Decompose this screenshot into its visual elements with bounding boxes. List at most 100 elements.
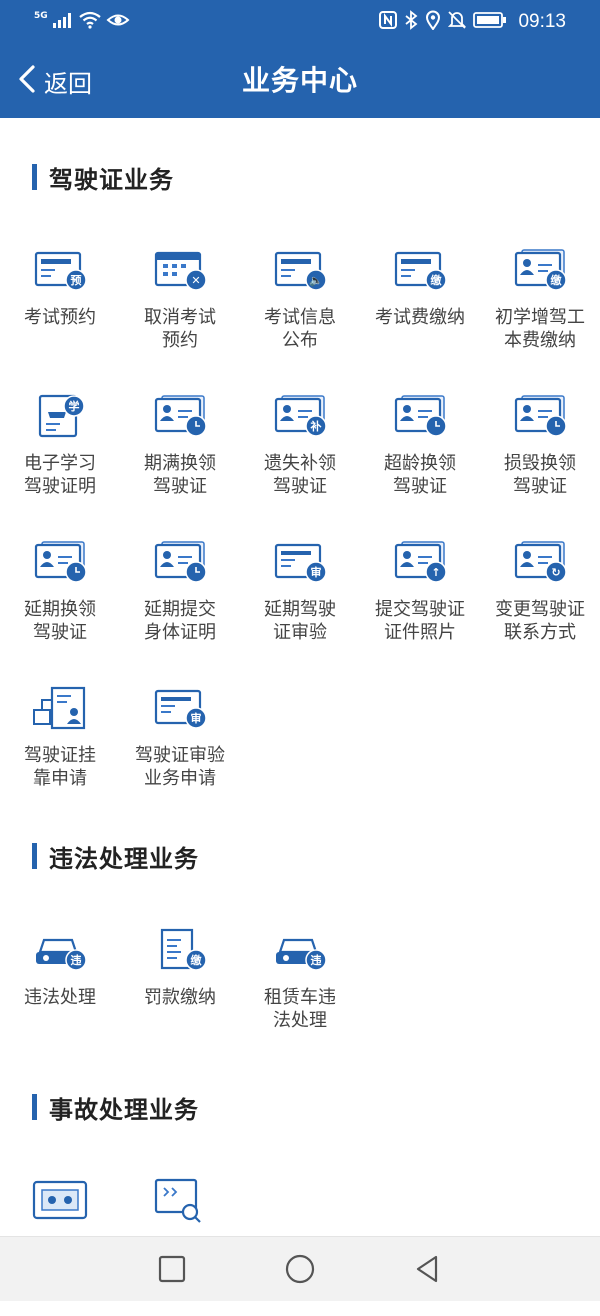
- service-tile[interactable]: 违违法处理: [0, 926, 120, 1066]
- service-label: 变更驾驶证 联系方式: [495, 599, 585, 643]
- delay-renew-icon: [30, 538, 90, 588]
- service-tile[interactable]: 预考试预约: [0, 246, 120, 386]
- expiry-renew-icon: [150, 392, 210, 442]
- review-apply-icon: 审: [150, 684, 210, 734]
- header-bar: 业务中心 返回: [0, 44, 600, 118]
- learner-permit-icon: 学: [30, 392, 90, 442]
- change-contact-icon: ↻: [510, 538, 570, 588]
- service-tile[interactable]: 损毁换领 驾驶证: [480, 392, 600, 532]
- submit-photo-icon: ↑: [390, 538, 450, 588]
- service-tile[interactable]: ✕ 取消考试 预约: [120, 246, 240, 386]
- svg-text:↑: ↑: [431, 566, 440, 579]
- svg-text:缴: 缴: [431, 273, 443, 287]
- service-label: 期满换领 驾驶证: [144, 453, 216, 497]
- svg-text:缴: 缴: [551, 273, 563, 287]
- service-label: 延期提交 身体证明: [144, 599, 216, 643]
- status-left: 5G: [34, 10, 130, 34]
- accident-search-icon: [150, 1176, 210, 1226]
- fine-payment-icon: 缴: [150, 926, 210, 976]
- service-tile[interactable]: 违租赁车违 法处理: [240, 926, 360, 1066]
- network-type: 5G: [34, 11, 48, 21]
- service-tile[interactable]: 延期换领 驾驶证: [0, 538, 120, 678]
- section-title-violation: 违法处理业务: [32, 843, 199, 873]
- service-label: 提交驾驶证 证件照片: [375, 599, 465, 643]
- wifi-icon: [78, 11, 102, 33]
- service-label: 罚款缴纳: [144, 987, 216, 1008]
- damaged-renew-icon: [510, 392, 570, 442]
- service-tile[interactable]: ↑ 提交驾驶证 证件照片: [360, 538, 480, 678]
- section-title-text: 违法处理业务: [49, 844, 199, 873]
- service-tile[interactable]: 期满换领 驾驶证: [120, 392, 240, 532]
- service-tile[interactable]: 延期提交 身体证明: [120, 538, 240, 678]
- service-label: 考试信息 公布: [264, 307, 336, 351]
- service-label: 电子学习 驾驶证明: [24, 453, 96, 497]
- service-tile[interactable]: 补遗失补领 驾驶证: [240, 392, 360, 532]
- svg-text:违: 违: [311, 953, 322, 967]
- service-tile[interactable]: 驾驶证挂 靠申请: [0, 684, 120, 824]
- svg-text:审: 审: [311, 565, 322, 579]
- service-tile[interactable]: 缴考试费缴纳: [360, 246, 480, 386]
- svg-text:预: 预: [71, 273, 82, 287]
- chevron-left-icon: [14, 63, 42, 99]
- svg-text:审: 审: [191, 711, 202, 725]
- service-label: 损毁换领 驾驶证: [504, 453, 576, 497]
- service-label: 驾驶证审验 业务申请: [135, 745, 225, 789]
- service-label: 违法处理: [24, 987, 96, 1008]
- violation-car-icon: 违: [30, 926, 90, 976]
- service-tile[interactable]: ↻ 变更驾驶证 联系方式: [480, 538, 600, 678]
- overage-renew-icon: [390, 392, 450, 442]
- svg-text:学: 学: [69, 399, 80, 413]
- service-tile[interactable]: 审驾驶证审验 业务申请: [120, 684, 240, 824]
- svg-text:缴: 缴: [191, 953, 203, 967]
- nfc-icon: [379, 11, 398, 33]
- service-tile[interactable]: 缴罚款缴纳: [120, 926, 240, 1066]
- lost-replace-icon: 补: [270, 392, 330, 442]
- mute-icon: [448, 10, 467, 34]
- exam-fee-icon: 缴: [390, 246, 450, 296]
- service-label: 延期换领 驾驶证: [24, 599, 96, 643]
- service-tile[interactable]: 超龄换领 驾驶证: [360, 392, 480, 532]
- svg-text:违: 违: [71, 953, 82, 967]
- service-tile[interactable]: 缴初学增驾工 本费缴纳: [480, 246, 600, 386]
- service-label: 考试预约: [24, 307, 96, 328]
- service-label: 延期驾驶 证审验: [264, 599, 336, 643]
- affiliation-icon: [30, 684, 90, 734]
- service-label: 取消考试 预约: [144, 307, 216, 351]
- section-marker: [32, 1094, 37, 1120]
- recent-apps-button[interactable]: [156, 1253, 188, 1285]
- service-label: 遗失补领 驾驶证: [264, 453, 336, 497]
- service-label: 租赁车违 法处理: [264, 987, 336, 1031]
- section-title-text: 驾驶证业务: [49, 165, 174, 194]
- service-label: 初学增驾工 本费缴纳: [495, 307, 585, 351]
- service-tile[interactable]: 审延期驾驶 证审验: [240, 538, 360, 678]
- back-label: 返回: [44, 69, 92, 98]
- service-tile[interactable]: 🔈 考试信息 公布: [240, 246, 360, 386]
- accident-photo-icon: [30, 1176, 90, 1226]
- location-icon: [425, 10, 441, 34]
- section-title-license: 驾驶证业务: [32, 164, 174, 194]
- cost-fee-icon: 缴: [510, 246, 570, 296]
- clock: 09:13: [518, 11, 566, 32]
- system-navigation-bar: [0, 1236, 600, 1301]
- exam-booking-icon: 预: [30, 246, 90, 296]
- section-title-text: 事故处理业务: [49, 1095, 199, 1124]
- svg-text:补: 补: [310, 419, 322, 433]
- exam-info-icon: 🔈: [270, 246, 330, 296]
- service-label: 考试费缴纳: [375, 307, 465, 328]
- rental-violation-icon: 违: [270, 926, 330, 976]
- delay-review-icon: 审: [270, 538, 330, 588]
- svg-text:✕: ✕: [191, 274, 200, 287]
- section-title-accident: 事故处理业务: [32, 1094, 199, 1124]
- delay-health-icon: [150, 538, 210, 588]
- signal-icon: [52, 12, 74, 32]
- cancel-exam-icon: ✕: [150, 246, 210, 296]
- back-nav-button[interactable]: [412, 1253, 444, 1285]
- home-button[interactable]: [284, 1253, 316, 1285]
- section-marker: [32, 843, 37, 869]
- status-bar: 5G 09:13: [0, 0, 600, 44]
- back-button[interactable]: 返回: [14, 44, 92, 118]
- service-tile[interactable]: 学电子学习 驾驶证明: [0, 392, 120, 532]
- svg-text:🔈: 🔈: [309, 274, 323, 287]
- battery-icon: [473, 11, 507, 33]
- bluetooth-icon: [404, 10, 418, 34]
